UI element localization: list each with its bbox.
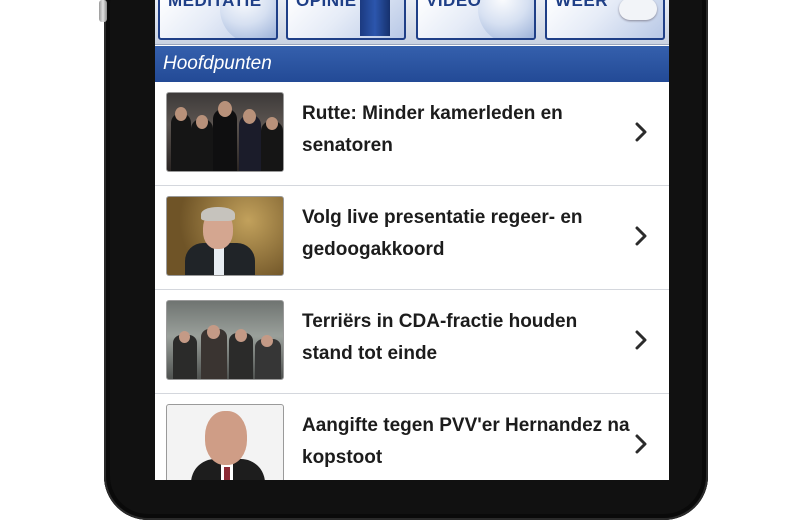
chevron-right-icon — [635, 330, 647, 350]
chevron-right-icon — [635, 226, 647, 246]
article-row[interactable]: Rutte: Minder kamerleden en senatoren — [155, 82, 669, 186]
article-thumbnail — [166, 196, 284, 276]
article-thumbnail — [166, 92, 284, 172]
tile-meditatie[interactable]: MEDITATIE — [158, 0, 278, 40]
tile-label: MEDITATIE — [168, 0, 262, 10]
article-title: Volg live presentatie regeer- en gedooga… — [302, 207, 583, 260]
article-thumbnail — [166, 300, 284, 380]
tile-label: VIDEO — [426, 0, 482, 10]
cloud-icon — [619, 0, 657, 20]
article-thumbnail — [166, 404, 284, 480]
category-tiles-bar: MEDITATIE OPINIE VIDEO WEER — [155, 0, 669, 45]
volume-button — [99, 0, 107, 22]
chevron-right-icon — [635, 122, 647, 142]
article-row[interactable]: Volg live presentatie regeer- en gedooga… — [155, 186, 669, 290]
section-header: Hoofdpunten — [155, 46, 669, 82]
tile-label: OPINIE — [296, 0, 357, 10]
chevron-right-icon — [635, 434, 647, 454]
app-screen: MEDITATIE OPINIE VIDEO WEER Hoofdpunten — [155, 0, 669, 480]
article-title: Terriërs in CDA-fractie houden stand tot… — [302, 311, 578, 364]
tile-video[interactable]: VIDEO — [416, 0, 536, 40]
tile-opinie[interactable]: OPINIE — [286, 0, 406, 40]
article-row[interactable]: Aangifte tegen PVV'er Hernandez na kopst… — [155, 394, 669, 480]
article-title: Aangifte tegen PVV'er Hernandez na kopst… — [302, 415, 630, 468]
tile-weer[interactable]: WEER — [545, 0, 665, 40]
tile-label: WEER — [555, 0, 608, 10]
article-row[interactable]: Terriërs in CDA-fractie houden stand tot… — [155, 290, 669, 394]
globe-icon — [478, 0, 534, 38]
article-list: Rutte: Minder kamerleden en senatoren Vo… — [155, 82, 669, 480]
article-title: Rutte: Minder kamerleden en senatoren — [302, 103, 563, 156]
pillar-icon — [360, 0, 390, 36]
